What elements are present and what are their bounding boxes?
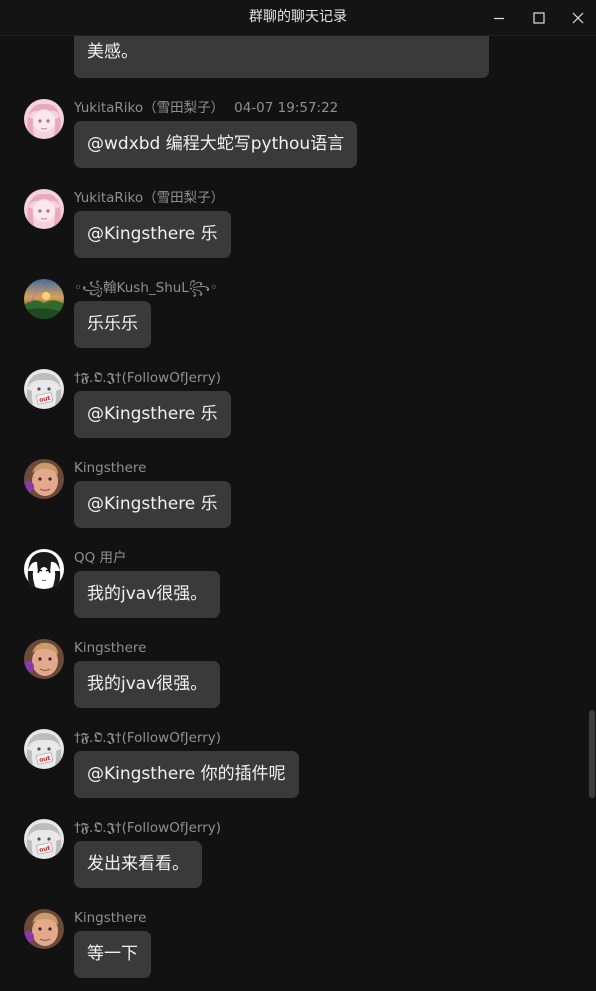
message-bubble[interactable]: @Kingsthere 你的插件呢 [74, 751, 299, 798]
message-bubble[interactable]: 我的jvav很强。 [74, 661, 221, 708]
avatar[interactable]: out [24, 369, 64, 409]
anime-out-sign-avatar-icon: out [24, 369, 64, 409]
message-bubble[interactable]: @Kingsthere 乐 [74, 481, 231, 528]
anime-out-sign-avatar-icon: out [24, 729, 64, 769]
sender-name-text: YukitaRiko（雪田梨子） [74, 100, 225, 116]
anime-girl-avatar-icon [24, 189, 64, 229]
sender-name: Kingsthere [74, 460, 147, 476]
avatar[interactable] [24, 279, 64, 319]
title-bar: 群聊的聊天记录 [0, 0, 596, 36]
message-timestamp: 04-07 19:57:22 [234, 100, 339, 116]
landscape-avatar-icon [24, 279, 64, 319]
message-bubble[interactable]: @Kingsthere 乐 [74, 391, 231, 438]
man-face-avatar-icon [24, 639, 64, 679]
vertical-scrollbar-thumb[interactable] [589, 710, 595, 798]
message-bubble[interactable]: 乐乐乐 [74, 301, 151, 348]
message-bubble[interactable]: 等一下 [74, 931, 151, 978]
sender-name: Kingsthere [74, 640, 147, 656]
anime-girl-avatar-icon [24, 99, 64, 139]
chat-history-window: 群聊的聊天记录 美感。 YukitaRiko（雪田梨子） 04-07 19:57… [0, 0, 596, 991]
message-bubble[interactable]: 美感。 [74, 36, 489, 78]
message-bubble[interactable]: 我的jvav很强。 [74, 571, 221, 618]
sender-name: †𝕱.𝕺.𝕵†(FollowOfJerry) [74, 370, 222, 386]
sender-name: QQ 用户 [74, 550, 127, 566]
avatar[interactable] [24, 459, 64, 499]
maximize-icon [533, 11, 545, 24]
man-face-avatar-icon [24, 459, 64, 499]
sender-name: †𝕱.𝕺.𝕵†(FollowOfJerry) [74, 730, 222, 746]
sender-name: ◦꧁翰Kush_ShuL꧂◦ [74, 280, 218, 296]
man-face-avatar-icon [24, 909, 64, 949]
avatar[interactable]: out [24, 819, 64, 859]
sender-name: YukitaRiko（雪田梨子） [74, 190, 225, 206]
message-bubble[interactable]: @Kingsthere 乐 [74, 211, 231, 258]
avatar[interactable] [24, 639, 64, 679]
avatar[interactable]: out [24, 729, 64, 769]
avatar[interactable] [24, 189, 64, 229]
message-bubble[interactable]: @wdxbd 编程大蛇写pythou语言 [74, 121, 358, 168]
maximize-button[interactable] [519, 0, 559, 35]
avatar[interactable] [24, 549, 64, 589]
message-list[interactable]: 美感。 YukitaRiko（雪田梨子） 04-07 19:57:22 @wdx… [0, 36, 596, 991]
avatar[interactable] [24, 99, 64, 139]
minimize-button[interactable] [479, 0, 519, 35]
close-icon [572, 12, 584, 23]
message-text: 美感。 [87, 42, 138, 62]
message-bubble[interactable]: 发出来看看。 [74, 841, 202, 888]
anime-out-sign-avatar-icon: out [24, 819, 64, 859]
manga-girl-avatar-icon [24, 549, 64, 589]
minimize-icon [494, 17, 504, 19]
sender-name: Kingsthere [74, 910, 147, 926]
sender-name: †𝕱.𝕺.𝕵†(FollowOfJerry) [74, 820, 222, 836]
sender-name: YukitaRiko（雪田梨子） 04-07 19:57:22 [74, 98, 338, 118]
avatar[interactable] [24, 909, 64, 949]
close-button[interactable] [558, 0, 596, 35]
